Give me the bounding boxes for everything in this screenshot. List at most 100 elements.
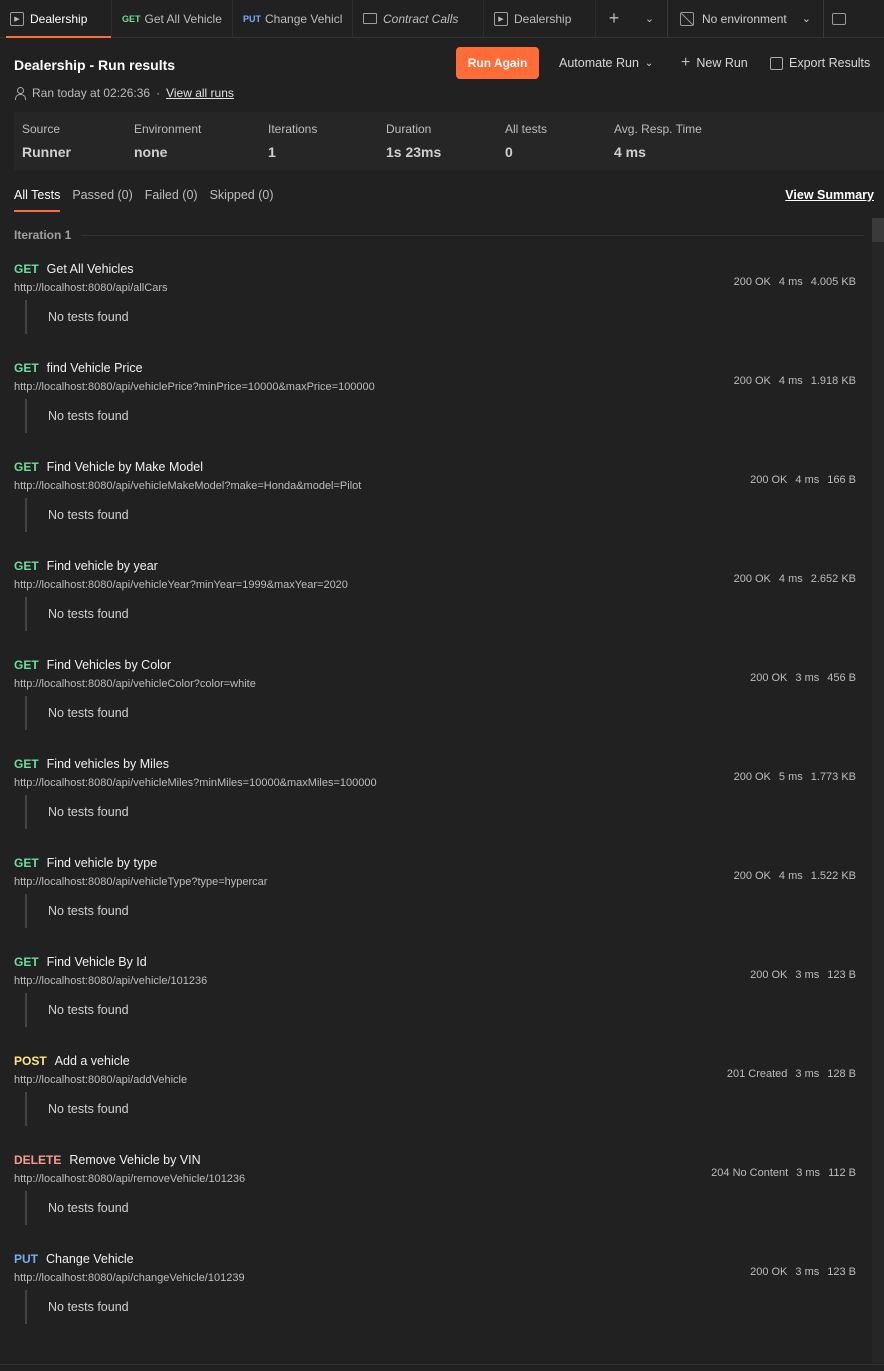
response-status: 200 OK xyxy=(750,474,788,486)
request-result-row[interactable]: GET Find vehicle by year http://localhost:… xyxy=(14,559,856,658)
response-meta: 200 OK 3 ms 456 B xyxy=(750,672,856,684)
stat-value: 0 xyxy=(505,144,513,160)
request-result-row[interactable]: GET Find Vehicle by Make Model http://loca… xyxy=(14,460,856,559)
runner-icon: ▶ xyxy=(10,11,24,26)
stat-environment: Environment none xyxy=(134,122,201,160)
tab-label: Contract Calls xyxy=(383,11,459,26)
new-tab-plus-icon[interactable]: + xyxy=(596,0,632,38)
response-meta: 204 No Content 3 ms 112 B xyxy=(711,1167,856,1179)
environment-quick-look-icon[interactable] xyxy=(824,0,854,38)
automate-run-label: Automate Run xyxy=(559,56,639,70)
response-time: 4 ms xyxy=(778,870,803,882)
scrollbar-track[interactable] xyxy=(872,218,884,1363)
request-method: GET xyxy=(14,559,39,573)
request-method: GET xyxy=(14,658,39,672)
response-time: 3 ms xyxy=(795,969,820,981)
new-run-label: New Run xyxy=(696,56,748,70)
request-result-row[interactable]: GET Find vehicles by Miles http://localhos… xyxy=(14,757,856,856)
response-time: 3 ms xyxy=(795,1068,820,1080)
request-result-row[interactable]: DELETE Remove Vehicle by VIN http://localh… xyxy=(14,1153,856,1252)
page-title: Dealership - Run results xyxy=(14,57,176,73)
response-status: 200 OK xyxy=(733,375,771,387)
new-run-button[interactable]: + New Run xyxy=(681,47,748,79)
tabs-chevron-down-icon[interactable]: ⌄ xyxy=(632,0,668,38)
request-method: GET xyxy=(14,757,39,771)
no-tests-message: No tests found xyxy=(25,1290,129,1324)
stat-value: 4 ms xyxy=(614,144,646,160)
request-name: Add a vehicle xyxy=(54,1054,130,1068)
response-size: 123 B xyxy=(827,1266,856,1278)
run-again-button[interactable]: Run Again xyxy=(456,47,539,79)
stat-value: none xyxy=(134,144,168,160)
tab-dealership-runner[interactable]: ▶ Dealership xyxy=(0,0,112,38)
response-time: 3 ms xyxy=(796,1167,821,1179)
request-result-row[interactable]: POST Add a vehicle http://localhost:8080/a… xyxy=(14,1054,856,1153)
response-time: 3 ms xyxy=(795,1266,820,1278)
response-time: 4 ms xyxy=(778,276,803,288)
separator: · xyxy=(156,86,161,100)
stat-value: Runner xyxy=(22,144,71,160)
response-meta: 200 OK 4 ms 1.918 KB xyxy=(734,375,856,387)
tab-failed[interactable]: Failed (0) xyxy=(145,188,198,210)
tab-bar: ▶ Dealership GET Get All Vehicle PUT Cha… xyxy=(0,0,884,38)
plus-icon: + xyxy=(681,54,691,71)
response-size: 128 B xyxy=(827,1068,856,1080)
request-result-row[interactable]: GET Find Vehicles by Color http://localhos… xyxy=(14,658,856,757)
tab-dealership-runner-2[interactable]: ▶ Dealership xyxy=(484,0,596,38)
tab-label: Dealership xyxy=(30,11,88,26)
no-tests-message: No tests found xyxy=(25,1092,129,1126)
tab-label: Dealership xyxy=(514,11,572,26)
response-status: 200 OK xyxy=(750,969,788,981)
tab-change-vehicle[interactable]: PUT Change Vehicl xyxy=(233,0,353,38)
request-name: Remove Vehicle by VIN xyxy=(69,1153,201,1167)
view-summary-link[interactable]: View Summary xyxy=(785,188,874,202)
tab-skipped[interactable]: Skipped (0) xyxy=(210,188,274,210)
chevron-down-icon: ⌄ xyxy=(644,57,654,69)
export-results-button[interactable]: Export Results xyxy=(770,47,870,79)
request-result-row[interactable]: PUT Change Vehicle http://localhost:8080/a… xyxy=(14,1252,856,1351)
request-url: http://localhost:8080/api/vehiclePrice?m… xyxy=(14,381,375,393)
response-size: 4.005 KB xyxy=(810,276,856,288)
view-all-runs-link[interactable]: View all runs xyxy=(166,86,234,100)
scrollbar-thumb[interactable] xyxy=(872,218,884,242)
request-name: Find Vehicle by Make Model xyxy=(46,460,204,474)
request-name: Find vehicles by Miles xyxy=(46,757,169,771)
request-url: http://localhost:8080/api/vehicleMiles?m… xyxy=(14,777,377,789)
request-result-row[interactable]: GET find Vehicle Price http://localhost:80… xyxy=(14,361,856,460)
request-result-row[interactable]: GET Get All Vehicles http://localhost:8080… xyxy=(14,262,856,361)
request-name: Find vehicle by type xyxy=(46,856,158,870)
run-info: Ran today at 02:26:36 · View all runs xyxy=(14,86,234,100)
no-tests-message: No tests found xyxy=(25,498,129,532)
response-status: 200 OK xyxy=(733,771,771,783)
response-status: 200 OK xyxy=(733,870,771,882)
request-name: Find vehicle by year xyxy=(46,559,158,573)
result-filter-tabs: All Tests Passed (0) Failed (0) Skipped … xyxy=(14,188,274,212)
no-tests-message: No tests found xyxy=(25,696,129,730)
response-time: 4 ms xyxy=(778,573,803,585)
request-url: http://localhost:8080/api/vehicleColor?c… xyxy=(14,678,256,690)
no-environment-icon xyxy=(680,11,694,26)
tab-all-tests[interactable]: All Tests xyxy=(14,188,61,212)
tab-label: Get All Vehicle xyxy=(144,11,222,26)
tab-passed[interactable]: Passed (0) xyxy=(72,188,132,210)
tab-contract-calls[interactable]: Contract Calls xyxy=(353,0,484,38)
environment-selector[interactable]: No environment ⌄ xyxy=(668,0,824,38)
no-tests-message: No tests found xyxy=(25,894,129,928)
runner-icon: ▶ xyxy=(494,11,508,26)
automate-run-button[interactable]: Automate Run ⌄ xyxy=(559,47,653,79)
iteration-label: Iteration 1 xyxy=(14,228,72,242)
no-tests-message: No tests found xyxy=(25,1191,129,1225)
tab-get-all-vehicles[interactable]: GET Get All Vehicle xyxy=(112,0,233,38)
request-result-row[interactable]: GET Find Vehicle By Id http://localhost:80… xyxy=(14,955,856,1054)
request-result-row[interactable]: GET Find vehicle by type http://localhost:… xyxy=(14,856,856,955)
stat-label: All tests xyxy=(505,122,548,136)
request-name: Change Vehicle xyxy=(46,1252,134,1266)
response-size: 1.773 KB xyxy=(810,771,856,783)
stat-duration: Duration 1s 23ms xyxy=(386,122,441,160)
no-tests-message: No tests found xyxy=(25,993,129,1027)
response-size: 2.652 KB xyxy=(810,573,856,585)
stat-label: Environment xyxy=(134,122,202,136)
response-status: 200 OK xyxy=(750,672,788,684)
response-time: 4 ms xyxy=(778,375,803,387)
request-name: Get All Vehicles xyxy=(46,262,134,276)
